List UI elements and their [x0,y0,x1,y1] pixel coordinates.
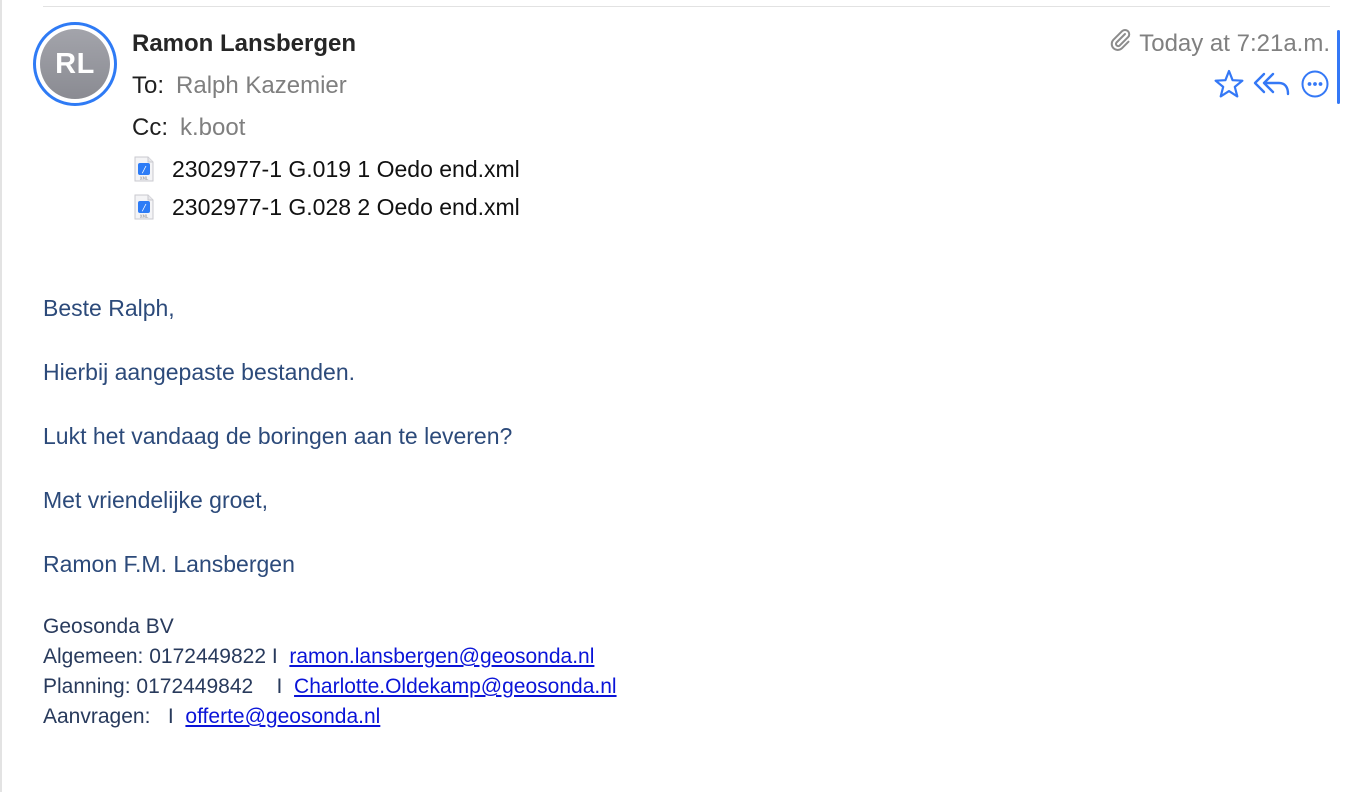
attachment-item[interactable]: / XML 2302977-1 G.028 2 Oedo end.xml [132,192,520,222]
reply-all-icon[interactable] [1250,66,1294,102]
attachment-name: 2302977-1 G.028 2 Oedo end.xml [172,193,520,220]
email-link[interactable]: ramon.lansbergen@geosonda.nl [289,645,594,668]
to-recipient[interactable]: Ralph Kazemier [176,72,347,99]
signature-company: Geosonda BV [43,615,174,638]
pane-border [0,0,2,792]
to-row: To: Ralph Kazemier [132,72,347,100]
date-area: Today at 7:21a.m. [1109,28,1330,59]
scrollbar[interactable] [1337,30,1340,104]
message-date: Today at 7:21a.m. [1139,29,1330,57]
avatar-initials: RL [40,29,110,99]
star-icon[interactable] [1212,66,1246,102]
sender-name[interactable]: Ramon Lansbergen [132,30,356,58]
body-greeting: Beste Ralph, [43,295,175,321]
more-icon[interactable] [1298,66,1332,102]
xml-file-icon: / XML [132,194,156,220]
body-line: Hierbij aangepaste bestanden. [43,359,356,385]
svg-text:XML: XML [140,214,149,219]
message-actions [1212,66,1332,102]
xml-file-icon: / XML [132,156,156,182]
sender-avatar[interactable]: RL [33,22,117,106]
body-line: Lukt het vandaag de boringen aan te leve… [43,423,513,449]
signature-planning-label: Planning: 0172449842 I [43,675,295,698]
header-divider [43,6,1330,7]
body-closing: Met vriendelijke groet, [43,487,268,513]
email-link[interactable]: offerte@geosonda.nl [185,705,380,728]
attachment-item[interactable]: / XML 2302977-1 G.019 1 Oedo end.xml [132,154,520,184]
signature-planning: Planning: 0172449842 I Charlotte.Oldekam… [43,675,617,699]
attachment-name: 2302977-1 G.019 1 Oedo end.xml [172,155,520,182]
signature-aanvragen: Aanvragen: I offerte@geosonda.nl [43,705,380,729]
signature-aanvragen-label: Aanvragen: I [43,705,186,728]
cc-label: Cc: [132,114,168,141]
email-link[interactable]: Charlotte.Oldekamp@geosonda.nl [294,675,617,698]
signature-algemeen-label: Algemeen: 0172449822 I [43,645,290,668]
cc-recipient[interactable]: k.boot [180,114,245,141]
to-label: To: [132,72,165,99]
body-signoff-name: Ramon F.M. Lansbergen [43,551,295,577]
cc-row: Cc: k.boot [132,114,245,142]
paperclip-icon [1109,28,1131,59]
svg-text:XML: XML [140,176,149,181]
message-viewer: RL Ramon Lansbergen To: Ralph Kazemier Cc… [0,0,1364,792]
signature-algemeen: Algemeen: 0172449822 I ramon.lansbergen@… [43,645,594,669]
